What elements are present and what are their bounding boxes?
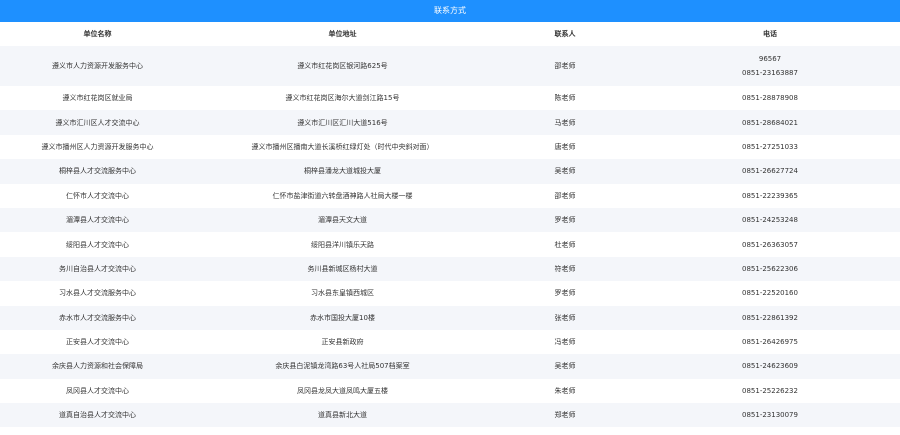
contact-person-cell: 罗老师 xyxy=(554,289,576,298)
contact-person-cell: 马老师 xyxy=(490,110,640,135)
phone-cell: 0851-25622306 xyxy=(640,256,900,282)
phone-number: 96567 xyxy=(758,55,782,63)
table-row: 绥阳县人才交流中心 绥阳县洋川镇乐天路 杜老师 0851-26363057 xyxy=(0,232,900,256)
page-title: 联系方式 xyxy=(0,0,900,22)
table-row: 仁怀市人才交流中心 仁怀市盐津街道六转盘酒神路人社局大楼一楼 邵老师 0851-… xyxy=(0,184,900,208)
unit-name-cell: 正安县人才交流中心 xyxy=(66,338,129,347)
table-row: 余庆县人力资源和社会保障局 余庆县白泥镇龙湾路63号人社局507档案室 吴老师 … xyxy=(0,354,900,379)
unit-address-cell: 道真县新北大道 xyxy=(195,403,490,428)
unit-address-cell: 务川县新城区杨村大道 xyxy=(195,256,490,282)
unit-name-cell: 仁怀市人才交流中心 xyxy=(66,191,129,200)
contact-person-cell: 吴老师 xyxy=(490,354,640,379)
table-row: 湄潭县人才交流中心 湄潭县天文大道 罗老师 0851-24253248 xyxy=(0,207,900,233)
phone-cell: 0851-24253248 xyxy=(640,207,900,233)
contact-person-cell: 郑老师 xyxy=(490,403,640,428)
phone-number: 0851-23163887 xyxy=(742,69,798,77)
column-header-address: 单位地址 xyxy=(328,30,357,38)
contact-person-cell: 邵老师 xyxy=(490,46,640,86)
contact-person-cell: 张老师 xyxy=(490,305,640,330)
unit-address-cell: 仁怀市盐津街道六转盘酒神路人社局大楼一楼 xyxy=(272,191,413,200)
unit-address-cell: 赤水市国投大厦10楼 xyxy=(195,305,490,330)
contact-person-cell: 邵老师 xyxy=(554,191,576,200)
unit-address-cell: 绥阳县洋川镇乐天路 xyxy=(311,240,374,249)
phone-cell: 0851-22239365 xyxy=(742,191,798,200)
contact-person-cell: 陈老师 xyxy=(554,94,576,103)
contact-person-cell: 罗老师 xyxy=(490,207,640,233)
table-row: 道真自治县人才交流中心 道真县新北大道 郑老师 0851-23130079 xyxy=(0,403,900,428)
table-row: 凤冈县人才交流中心 凤冈县龙凤大道凤鸣大厦五楼 朱老师 0851-2522623… xyxy=(0,379,900,403)
table-row: 赤水市人才交流服务中心 赤水市国投大厦10楼 张老师 0851-22861392 xyxy=(0,305,900,330)
phone-cell: 0851-28878908 xyxy=(742,94,798,103)
unit-address-cell: 习水县东皇镇西城区 xyxy=(311,289,374,298)
phone-cell: 0851-26426975 xyxy=(742,338,798,347)
contact-person-cell: 杜老师 xyxy=(554,240,576,249)
unit-address-cell: 余庆县白泥镇龙湾路63号人社局507档案室 xyxy=(195,354,490,379)
unit-name-cell: 务川自治县人才交流中心 xyxy=(0,256,195,282)
unit-name-cell: 遵义市汇川区人才交流中心 xyxy=(0,110,195,135)
unit-address-cell: 遵义市红花岗区海尔大道剑江路15号 xyxy=(285,94,400,103)
unit-address-cell: 遵义市汇川区汇川大道516号 xyxy=(195,110,490,135)
unit-name-cell: 遵义市播州区人力资源开发服务中心 xyxy=(41,142,154,151)
phone-cell: 0851-24623609 xyxy=(640,354,900,379)
phone-cell: 0851-26627724 xyxy=(640,159,900,184)
phone-cell: 0851-22520160 xyxy=(742,289,798,298)
unit-name-cell: 湄潭县人才交流中心 xyxy=(0,207,195,233)
contact-person-cell: 朱老师 xyxy=(554,386,576,395)
phone-cell: 0851-25226232 xyxy=(742,386,798,395)
table-row: 遵义市汇川区人才交流中心 遵义市汇川区汇川大道516号 马老师 0851-286… xyxy=(0,110,900,135)
unit-address-cell: 遵义市红花岗区银河路625号 xyxy=(195,46,490,86)
table-row: 习水县人才交流服务中心 习水县东皇镇西城区 罗老师 0851-22520160 xyxy=(0,281,900,305)
column-header-phone: 电话 xyxy=(763,30,777,38)
table-row: 桐梓县人才交流服务中心 桐梓县潘龙大道城投大厦 吴老师 0851-2662772… xyxy=(0,159,900,184)
unit-address-cell: 遵义市播州区播南大道长溪桥红绿灯处（时代中央斜对面） xyxy=(251,142,434,151)
contact-person-cell: 冯老师 xyxy=(554,338,576,347)
table-row: 遵义市人力资源开发服务中心 遵义市红花岗区银河路625号 邵老师 96567 0… xyxy=(0,46,900,86)
unit-address-cell: 正安县新政府 xyxy=(321,338,364,347)
phone-cell: 96567 0851-23163887 xyxy=(640,46,900,86)
unit-name-cell: 习水县人才交流服务中心 xyxy=(59,289,136,298)
phone-cell: 0851-26363057 xyxy=(742,240,798,249)
phone-cell: 0851-22861392 xyxy=(640,305,900,330)
contact-person-cell: 符老师 xyxy=(490,256,640,282)
phone-cell: 0851-23130079 xyxy=(640,403,900,428)
phone-cell: 0851-28684021 xyxy=(640,110,900,135)
table-row: 遵义市播州区人力资源开发服务中心 遵义市播州区播南大道长溪桥红绿灯处（时代中央斜… xyxy=(0,135,900,159)
unit-name-cell: 绥阳县人才交流中心 xyxy=(66,240,129,249)
unit-name-cell: 桐梓县人才交流服务中心 xyxy=(0,159,195,184)
contact-person-cell: 吴老师 xyxy=(490,159,640,184)
table-row: 正安县人才交流中心 正安县新政府 冯老师 0851-26426975 xyxy=(0,330,900,354)
unit-name-cell: 遵义市红花岗区就业局 xyxy=(62,94,133,103)
unit-name-cell: 道真自治县人才交流中心 xyxy=(0,403,195,428)
table-row: 遵义市红花岗区就业局 遵义市红花岗区海尔大道剑江路15号 陈老师 0851-28… xyxy=(0,86,900,110)
column-header-contact: 联系人 xyxy=(554,30,576,38)
column-header-name: 单位名称 xyxy=(83,30,112,38)
table-header-row: 单位名称 单位地址 联系人 电话 xyxy=(0,22,900,46)
table-row: 务川自治县人才交流中心 务川县新城区杨村大道 符老师 0851-25622306 xyxy=(0,256,900,282)
unit-name-cell: 遵义市人力资源开发服务中心 xyxy=(0,46,195,86)
unit-name-cell: 余庆县人力资源和社会保障局 xyxy=(0,354,195,379)
unit-address-cell: 桐梓县潘龙大道城投大厦 xyxy=(195,159,490,184)
unit-address-cell: 凤冈县龙凤大道凤鸣大厦五楼 xyxy=(297,386,388,395)
unit-address-cell: 湄潭县天文大道 xyxy=(195,207,490,233)
unit-name-cell: 赤水市人才交流服务中心 xyxy=(0,305,195,330)
unit-name-cell: 凤冈县人才交流中心 xyxy=(66,386,129,395)
contact-person-cell: 唐老师 xyxy=(554,142,576,151)
phone-cell: 0851-27251033 xyxy=(742,142,798,151)
contacts-table: 单位名称 单位地址 联系人 电话 遵义市人力资源开发服务中心 遵义市红花岗区银河… xyxy=(0,22,900,428)
